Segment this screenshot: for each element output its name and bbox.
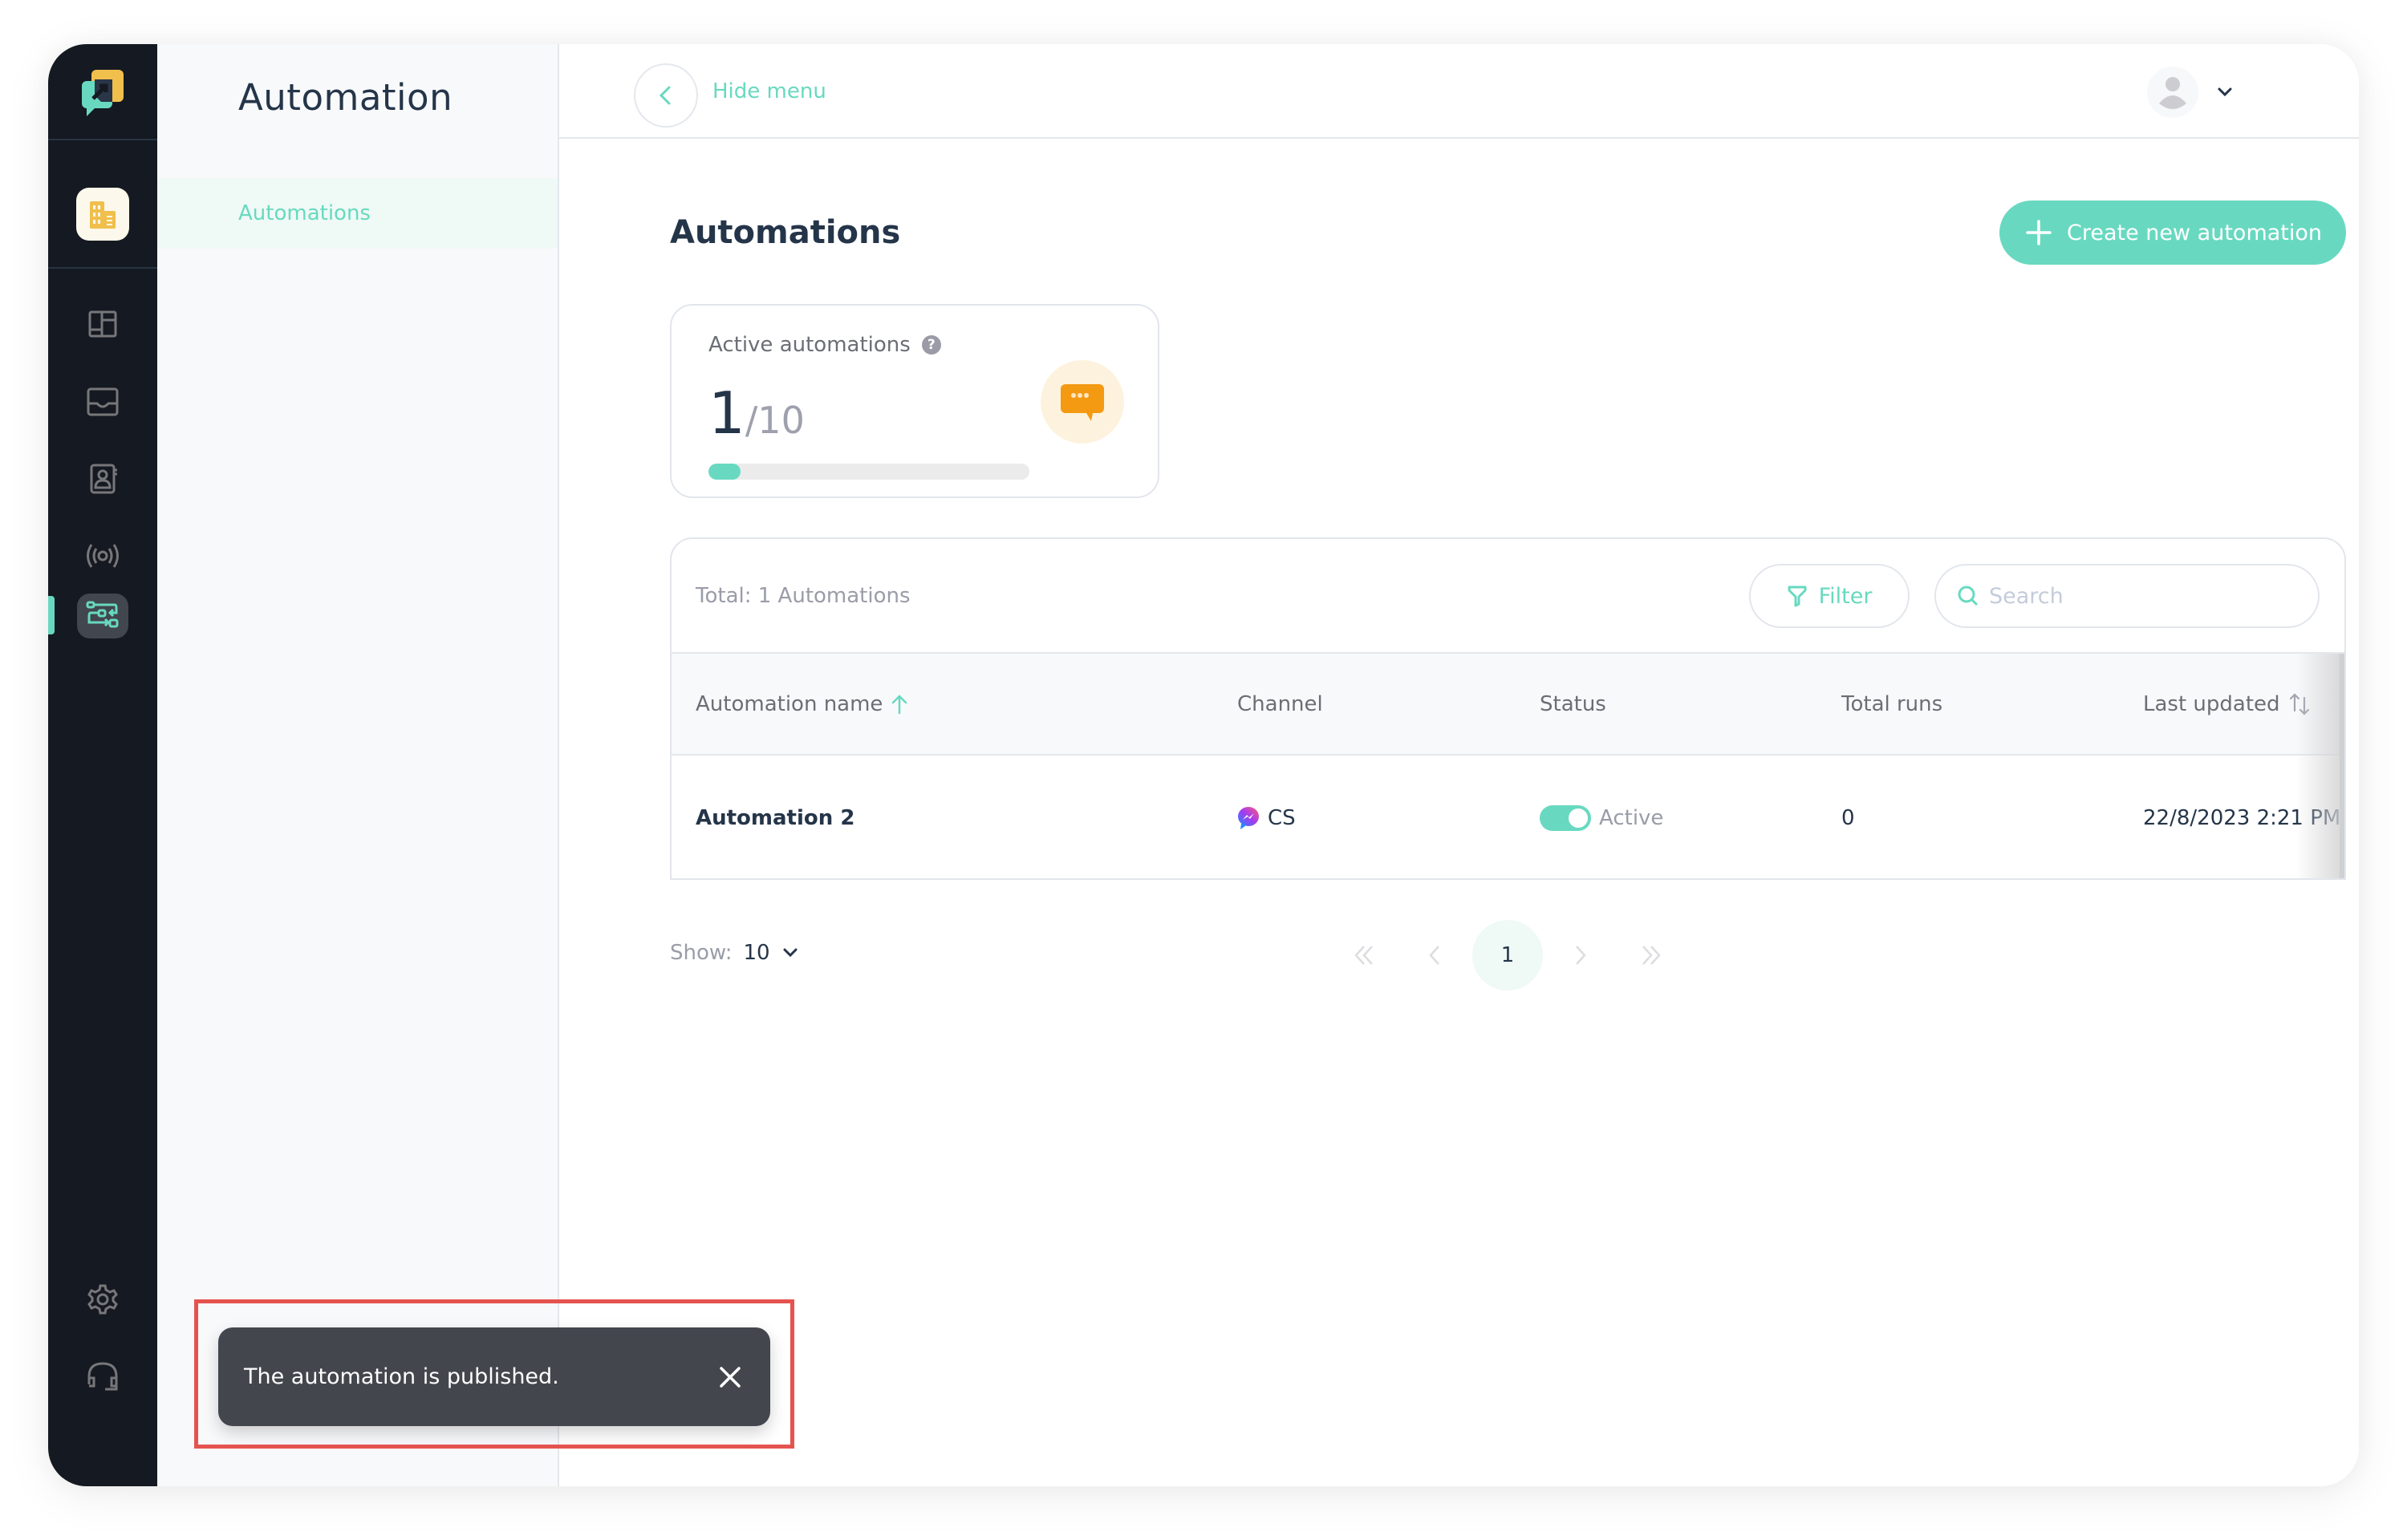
next-page-button[interactable] (1544, 920, 1615, 991)
active-automations-label-row: Active automations ? (708, 333, 941, 357)
create-automation-button[interactable]: Create new automation (1999, 201, 2346, 265)
avatar[interactable] (2147, 67, 2198, 118)
create-automation-label: Create new automation (2067, 220, 2323, 245)
subnav-item-label: Automations (238, 201, 371, 225)
rail-item-broadcast[interactable] (79, 532, 127, 580)
app-logo-icon (77, 67, 128, 118)
active-indicator (48, 596, 55, 634)
main-content: Hide menu Automations Create new automat… (559, 44, 2359, 1486)
chevrons-right-icon (1642, 946, 1661, 965)
chevron-down-icon (783, 948, 798, 958)
column-header-last-updated[interactable]: Last updated (2143, 654, 2311, 754)
account-menu-toggle[interactable] (2215, 83, 2234, 102)
workspace-button[interactable] (76, 188, 129, 241)
chevron-left-icon (1429, 946, 1439, 965)
rail-divider (48, 139, 157, 140)
page-button-current[interactable]: 1 (1472, 920, 1543, 991)
total-count: Total: 1 Automations (696, 584, 911, 608)
horizontal-scroll-shadow (2296, 654, 2344, 878)
filter-icon (1788, 586, 1807, 607)
contacts-icon (90, 464, 117, 494)
column-header-status: Status (1540, 654, 1606, 754)
column-header-label: Status (1540, 691, 1606, 716)
rail-item-dashboard[interactable] (79, 301, 127, 349)
column-header-label: Automation name (696, 691, 883, 716)
automations-table: Total: 1 Automations Filter Automation (670, 537, 2346, 880)
search-icon (1958, 586, 1979, 606)
search-field[interactable] (1934, 564, 2320, 628)
inbox-icon (87, 387, 119, 416)
channel-name: CS (1268, 805, 1296, 830)
rail-item-settings[interactable] (79, 1275, 127, 1323)
filter-label: Filter (1818, 583, 1873, 609)
usage-progress-bar (708, 464, 1029, 480)
chevron-down-icon (2218, 87, 2232, 97)
hide-menu-button[interactable] (634, 63, 698, 128)
page-size-value: 10 (743, 941, 770, 965)
table-header: Automation name Channel Status Total run… (672, 654, 2344, 756)
help-icon[interactable]: ? (921, 335, 941, 355)
automation-flow-icon (86, 601, 119, 628)
last-page-button[interactable] (1615, 920, 1686, 991)
active-automations-card: Active automations ? 1 /10 (670, 304, 1159, 498)
total-runs: 0 (1841, 805, 1855, 830)
pagination: 1 (1329, 920, 1686, 991)
rail-item-automation[interactable] (77, 594, 128, 638)
active-count-current: 1 (708, 379, 745, 447)
chevron-left-icon (659, 86, 671, 105)
rail-item-contacts[interactable] (79, 455, 127, 503)
search-input[interactable] (1989, 583, 2294, 609)
chevron-right-icon (1576, 946, 1586, 965)
status-toggle[interactable] (1540, 804, 1591, 831)
page-size-label: Show: (670, 941, 733, 965)
dashboard-icon (88, 310, 117, 338)
status-text: Active (1599, 805, 1664, 830)
headset-icon (87, 1362, 118, 1391)
user-icon (2159, 77, 2186, 109)
top-bar: Hide menu (559, 44, 2359, 139)
column-header-label: Total runs (1841, 691, 1943, 716)
section-title: Automation (238, 76, 453, 119)
channel-cell: CS (1237, 756, 1296, 878)
active-count-max: /10 (745, 399, 805, 442)
workspace-building-icon (90, 201, 116, 229)
icon-rail (48, 44, 157, 1486)
plus-icon (2026, 220, 2052, 245)
annotation-highlight-box (194, 1299, 794, 1449)
first-page-button[interactable] (1329, 920, 1400, 991)
table-row[interactable]: Automation 2 CS Active 0 22/8/2023 2:21 … (672, 756, 2344, 878)
page-size-selector[interactable]: Show: 10 (670, 941, 799, 965)
column-header-name[interactable]: Automation name (696, 654, 908, 754)
hide-menu-link[interactable]: Hide menu (712, 79, 826, 103)
column-header-label: Last updated (2143, 691, 2280, 716)
rail-item-support[interactable] (79, 1353, 127, 1401)
sort-ascending-icon (892, 694, 907, 714)
prev-page-button[interactable] (1400, 920, 1471, 991)
rail-divider (48, 267, 157, 269)
gear-icon (87, 1284, 118, 1315)
column-header-total-runs: Total runs (1841, 654, 1942, 754)
subnav-item-automations[interactable]: Automations (157, 178, 558, 249)
active-count: 1 /10 (708, 379, 805, 447)
table-toolbar: Total: 1 Automations Filter (672, 539, 2344, 654)
chevrons-left-icon (1354, 946, 1373, 965)
column-header-channel: Channel (1237, 654, 1323, 754)
chat-badge (1041, 360, 1124, 444)
messenger-icon (1238, 806, 1259, 829)
automation-name[interactable]: Automation 2 (696, 756, 854, 878)
page-title: Automations (670, 214, 901, 251)
column-header-label: Channel (1237, 691, 1323, 716)
filter-button[interactable]: Filter (1749, 564, 1910, 628)
active-automations-label: Active automations (708, 333, 911, 357)
usage-progress-fill (708, 464, 741, 480)
broadcast-icon (87, 544, 119, 568)
rail-item-inbox[interactable] (79, 378, 127, 426)
status-cell: Active (1540, 756, 1664, 878)
app-window: Automation Automations Hide menu Automat… (48, 44, 2359, 1486)
chat-bubble-icon (1061, 384, 1104, 421)
secondary-sidebar: Automation Automations (157, 44, 559, 1486)
